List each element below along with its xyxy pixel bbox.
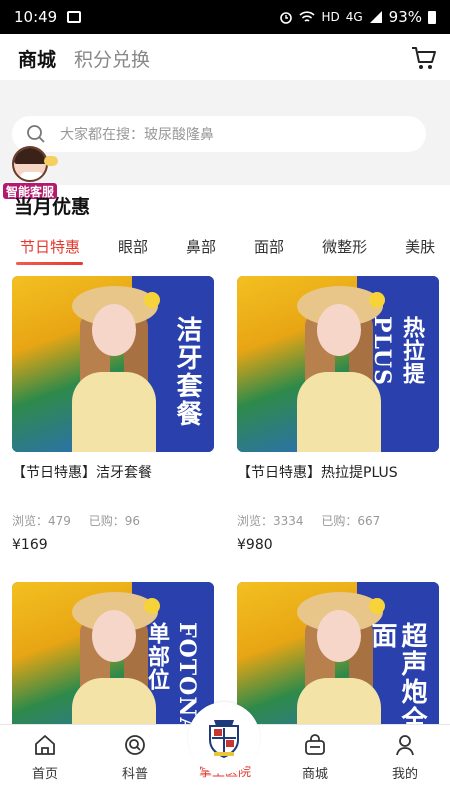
product-name[interactable]: 【节日特惠】热拉提PLUS [237,462,439,482]
nav-mine[interactable]: 我的 [360,725,450,800]
status-bar: 10:49 HD 4G 93% [0,0,450,34]
nav-science-label: 科普 [121,767,148,782]
product-image-title: 洁牙套餐 [172,316,202,428]
nav-home[interactable]: 首页 [0,725,90,800]
status-indicators: HD 4G 93% [279,8,436,26]
nav-mall[interactable]: 商城 [270,725,360,800]
active-tab-indicator [16,262,83,265]
tab-mall[interactable]: 商城 [18,45,56,72]
category-tabs: 节日特惠 眼部 鼻部 面部 微整形 美肤 [0,228,450,264]
search-circle-icon [125,735,145,755]
search-placeholder: 大家都在搜：玻尿酸隆鼻 [60,127,214,143]
nav-mine-label: 我的 [391,767,418,782]
signal-icon [369,11,382,23]
product-stats: 浏览：479 已购：96 [12,512,214,529]
header: 商城 积分兑换 [0,34,450,82]
home-icon [35,735,55,755]
alarm-icon [280,12,293,24]
nav-home-label: 首页 [31,767,58,782]
assistant-avatar [12,146,48,182]
tab-skin[interactable]: 美肤 [405,236,435,257]
tab-eyes[interactable]: 眼部 [118,236,148,257]
product-price: ¥980 [237,537,273,553]
product-bought: 已购：96 [88,514,141,528]
hospital-emblem-button[interactable] [188,702,260,774]
search-input[interactable]: 大家都在搜：玻尿酸隆鼻 [12,116,426,152]
chat-bubble-icon [44,156,58,166]
product-name[interactable]: 【节日特惠】洁牙套餐 [12,462,214,482]
nav-science[interactable]: 科普 [90,725,180,800]
search-icon [27,125,45,143]
product-image[interactable]: 洁牙套餐 [12,276,214,452]
product-stats: 浏览：3334 已购：667 [237,512,439,529]
hospital-emblem-icon [209,720,239,758]
cart-icon[interactable] [410,44,438,72]
section-title: 当月优惠 [14,196,91,218]
product-price: ¥169 [12,537,48,553]
product-image-title: 热拉提PLUS [369,316,425,386]
tab-holiday-deals[interactable]: 节日特惠 [20,236,80,257]
product-bought: 已购：667 [321,514,381,528]
tab-nose[interactable]: 鼻部 [186,236,216,257]
product-views: 浏览：3334 [237,514,304,528]
tab-points-exchange[interactable]: 积分兑换 [74,45,150,72]
nav-mall-label: 商城 [301,767,328,782]
status-time: 10:49 [14,8,58,26]
tab-micro-plastic[interactable]: 微整形 [322,236,367,257]
signal-type: 4G [345,10,363,24]
product-card[interactable]: 洁牙套餐 【节日特惠】洁牙套餐 浏览：479 已购：96 ¥169 [12,276,214,553]
battery-icon [428,10,436,24]
product-image[interactable]: 热拉提PLUS [237,276,439,452]
wifi-icon [299,11,316,22]
gallery-notification-icon [67,11,82,23]
tab-face[interactable]: 面部 [254,236,284,257]
product-card[interactable]: 热拉提PLUS 【节日特惠】热拉提PLUS 浏览：3334 已购：667 ¥98… [237,276,439,553]
battery-percent: 93% [388,8,422,26]
shopping-bag-icon [305,734,325,755]
network-type: HD [321,10,340,24]
search-area: 大家都在搜：玻尿酸隆鼻 [0,80,450,185]
product-views: 浏览：479 [12,514,71,528]
user-icon [396,735,414,756]
